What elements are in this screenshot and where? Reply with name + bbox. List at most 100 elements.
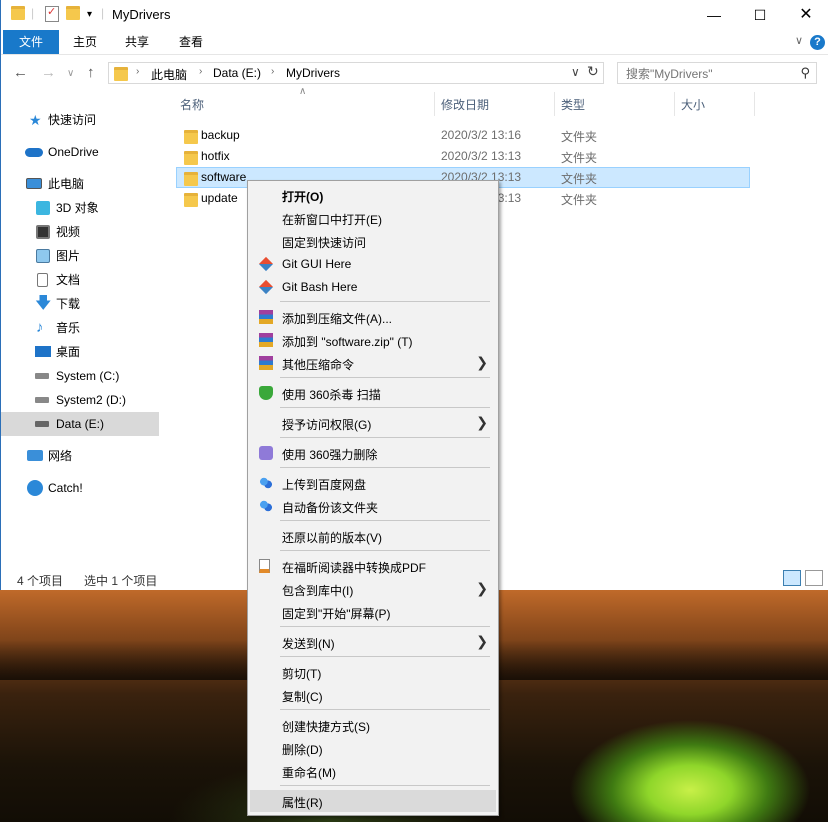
sidebar-item-music[interactable]: ♪ 音乐 <box>1 316 159 340</box>
file-row[interactable]: hotfix 2020/3/2 13:13 文件夹 <box>176 146 750 167</box>
toolbar-divider: | <box>101 6 105 20</box>
file-row[interactable]: backup 2020/3/2 13:16 文件夹 <box>176 125 750 146</box>
sidebar-item-this-pc[interactable]: 此电脑 <box>1 172 159 196</box>
column-header-size[interactable]: 大小 <box>681 96 705 116</box>
menu-item-properties[interactable]: 属性(R) <box>250 790 496 812</box>
column-header-name[interactable]: 名称 <box>180 96 204 116</box>
close-button[interactable]: ✕ <box>783 0 828 30</box>
toolbar-divider: | <box>31 6 35 20</box>
folder-icon <box>11 6 25 20</box>
menu-item-other-compress[interactable]: 其他压缩命令 ❯ <box>250 352 496 374</box>
archive-icon <box>259 333 273 347</box>
address-bar[interactable]: › 此电脑 › Data (E:) › MyDrivers ∨ ↻ <box>108 62 604 84</box>
menu-item-delete[interactable]: 删除(D) <box>250 737 496 759</box>
column-divider[interactable] <box>754 92 755 116</box>
search-input[interactable] <box>624 66 796 82</box>
search-box[interactable]: ⚲ <box>617 62 817 84</box>
menu-item-create-shortcut[interactable]: 创建快捷方式(S) <box>250 714 496 736</box>
expand-ribbon-icon[interactable]: ∨ <box>795 34 803 47</box>
menu-item-convert-pdf[interactable]: 在福昕阅读器中转换成PDF <box>250 555 496 577</box>
help-icon[interactable]: ? <box>810 35 825 50</box>
sidebar-item-downloads[interactable]: 🡇 下载 <box>1 292 159 316</box>
sidebar-item-data-e[interactable]: Data (E:) <box>1 412 159 436</box>
computer-icon <box>26 178 42 189</box>
menu-item-pin-quick-access[interactable]: 固定到快速访问 <box>250 230 496 252</box>
menu-item-send-to[interactable]: 发送到(N) ❯ <box>250 631 496 653</box>
menu-item-git-gui[interactable]: Git GUI Here <box>250 253 496 275</box>
folder-icon <box>184 151 198 168</box>
sidebar-item-quick-access[interactable]: ★ 快速访问 <box>1 108 159 132</box>
sidebar-item-network[interactable]: 网络 <box>1 444 159 468</box>
new-folder-icon[interactable] <box>66 6 80 20</box>
menu-item-add-zip[interactable]: 添加到 "software.zip" (T) <box>250 329 496 351</box>
sidebar-item-system-c[interactable]: System (C:) <box>1 364 159 388</box>
breadcrumb-mydrivers[interactable]: MyDrivers <box>286 66 340 80</box>
picture-icon <box>36 249 50 263</box>
column-header-type[interactable]: 类型 <box>561 96 585 116</box>
forward-button[interactable]: → <box>41 64 56 81</box>
sidebar-item-pictures[interactable]: 图片 <box>1 244 159 268</box>
menu-item-copy[interactable]: 复制(C) <box>250 684 496 706</box>
sidebar-item-desktop[interactable]: 桌面 <box>1 340 159 364</box>
large-icons-view-icon[interactable] <box>805 570 823 586</box>
file-date: 2020/3/2 13:16 <box>441 128 522 142</box>
tab-file[interactable]: 文件 <box>3 30 59 54</box>
menu-item-360-delete[interactable]: 使用 360强力删除 <box>250 442 496 464</box>
sidebar-item-system2-d[interactable]: System2 (D:) <box>1 388 159 412</box>
sidebar-item-3d-objects[interactable]: 3D 对象 <box>1 196 159 220</box>
refresh-icon[interactable]: ↻ <box>587 63 599 80</box>
menu-item-git-bash[interactable]: Git Bash Here <box>250 276 496 298</box>
menu-item-restore-versions[interactable]: 还原以前的版本(V) <box>250 525 496 547</box>
menu-item-auto-backup[interactable]: 自动备份该文件夹 <box>250 495 496 517</box>
menu-item-rename[interactable]: 重命名(M) <box>250 760 496 782</box>
menu-item-open[interactable]: 打开(O) <box>250 184 496 206</box>
tab-view[interactable]: 查看 <box>169 30 213 54</box>
menu-item-include-library[interactable]: 包含到库中(I) ❯ <box>250 578 496 600</box>
chevron-right-icon[interactable]: › <box>271 66 274 77</box>
column-divider[interactable] <box>554 92 555 116</box>
column-header-date[interactable]: 修改日期 <box>441 96 489 116</box>
breadcrumb-this-pc[interactable]: 此电脑 <box>151 66 187 83</box>
sidebar-item-catch[interactable]: Catch! <box>1 476 159 500</box>
customize-toolbar-icon[interactable]: ▾ <box>87 9 92 20</box>
document-icon <box>37 273 48 287</box>
chevron-right-icon: ❯ <box>476 354 488 370</box>
chevron-right-icon: ❯ <box>476 633 488 649</box>
sidebar-item-videos[interactable]: 视频 <box>1 220 159 244</box>
file-type: 文件夹 <box>561 151 598 165</box>
menu-item-add-archive[interactable]: 添加到压缩文件(A)... <box>250 306 496 328</box>
menu-item-pin-start[interactable]: 固定到"开始"屏幕(P) <box>250 601 496 623</box>
file-name: hotfix <box>201 149 230 163</box>
drive-icon <box>35 373 49 379</box>
menu-item-baidu-upload[interactable]: 上传到百度网盘 <box>250 472 496 494</box>
sidebar-item-documents[interactable]: 文档 <box>1 268 159 292</box>
menu-item-open-new-window[interactable]: 在新窗口中打开(E) <box>250 207 496 229</box>
menu-separator <box>280 301 490 302</box>
recent-locations-icon[interactable]: ∨ <box>67 68 74 79</box>
navigation-pane: ★ 快速访问 OneDrive 此电脑 3D 对象 视频 图片 文档 🡇 下载 … <box>1 96 169 566</box>
ribbon-tabs: 文件 主页 共享 查看 ∨ ? <box>1 30 828 55</box>
column-divider[interactable] <box>434 92 435 116</box>
address-history-icon[interactable]: ∨ <box>571 65 580 79</box>
folder-icon <box>114 67 128 84</box>
properties-icon[interactable] <box>45 5 59 22</box>
sidebar-item-onedrive[interactable]: OneDrive <box>1 140 159 164</box>
back-button[interactable]: ← <box>13 64 28 81</box>
menu-item-360-scan[interactable]: 使用 360杀毒 扫描 <box>250 382 496 404</box>
chevron-right-icon[interactable]: › <box>199 66 202 77</box>
menu-item-grant-access[interactable]: 授予访问权限(G) ❯ <box>250 412 496 434</box>
up-button[interactable]: ↑ <box>87 64 95 81</box>
details-view-icon[interactable] <box>783 570 801 586</box>
sort-ascending-icon: ∧ <box>299 86 307 97</box>
column-divider[interactable] <box>674 92 675 116</box>
maximize-button[interactable]: ☐ <box>737 0 783 30</box>
tab-home[interactable]: 主页 <box>63 30 107 54</box>
git-icon <box>258 256 274 272</box>
minimize-button[interactable]: — <box>691 0 737 30</box>
chevron-right-icon[interactable]: › <box>136 66 139 77</box>
pdf-icon <box>259 559 270 573</box>
menu-item-cut[interactable]: 剪切(T) <box>250 661 496 683</box>
breadcrumb-data-e[interactable]: Data (E:) <box>213 66 261 80</box>
search-icon[interactable]: ⚲ <box>800 65 810 81</box>
tab-share[interactable]: 共享 <box>115 30 159 54</box>
